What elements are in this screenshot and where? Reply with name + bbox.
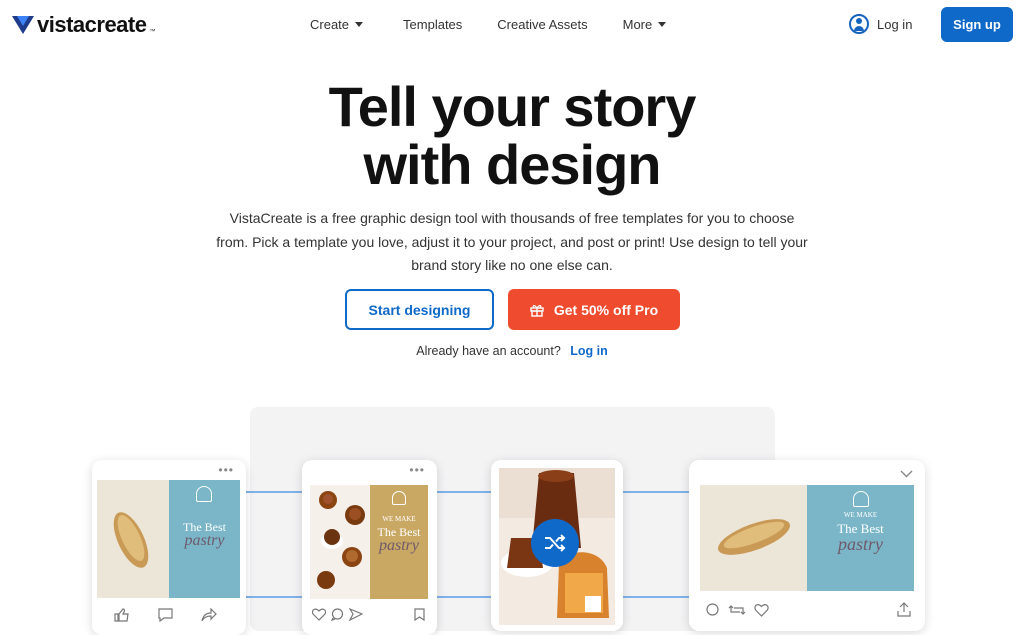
connector-line bbox=[623, 491, 689, 493]
hero-title: Tell your story with design bbox=[0, 78, 1024, 194]
retweet-icon[interactable] bbox=[728, 603, 746, 617]
comment-icon[interactable] bbox=[705, 603, 720, 617]
shuffle-button[interactable] bbox=[531, 519, 579, 567]
chevron-down-icon[interactable] bbox=[900, 470, 913, 478]
top-navigation-bar: vistacreate ™ Create Templates Creative … bbox=[0, 0, 1024, 50]
get-pro-label: Get 50% off Pro bbox=[553, 301, 659, 318]
bakery-badge-icon bbox=[392, 491, 406, 505]
chevron-down-icon bbox=[658, 22, 667, 27]
signup-button[interactable]: Sign up bbox=[941, 7, 1013, 42]
card-script: pastry bbox=[838, 534, 883, 554]
nav-more[interactable]: More bbox=[623, 17, 667, 32]
more-options-icon[interactable]: ••• bbox=[409, 464, 425, 476]
logo-text: vistacreate bbox=[37, 12, 147, 37]
eclair-image bbox=[97, 480, 169, 598]
vistacreate-logo[interactable]: vistacreate ™ bbox=[12, 12, 155, 38]
comment-icon[interactable] bbox=[158, 608, 173, 622]
post-actions bbox=[312, 608, 363, 621]
template-card-twitter[interactable]: WE MAKE The Best pastry bbox=[689, 460, 925, 631]
bakery-badge-icon bbox=[853, 491, 869, 507]
shuffle-icon bbox=[545, 534, 566, 552]
login-link[interactable]: Log in bbox=[849, 14, 912, 34]
already-text: Already have an account? bbox=[416, 344, 561, 358]
nav-create[interactable]: Create bbox=[310, 17, 364, 32]
connector-line bbox=[437, 596, 491, 598]
connector-line bbox=[437, 491, 491, 493]
eclair-image bbox=[700, 485, 807, 591]
connector-line bbox=[246, 596, 302, 598]
share-icon[interactable] bbox=[201, 608, 217, 622]
card-small-heading: WE MAKE bbox=[843, 511, 878, 519]
hero-title-line2: with design bbox=[363, 133, 662, 196]
hero-login-link[interactable]: Log in bbox=[570, 344, 608, 358]
chevron-down-icon bbox=[355, 22, 364, 27]
main-nav: Create Templates Creative Assets More bbox=[310, 17, 667, 32]
nav-creative-assets[interactable]: Creative Assets bbox=[497, 17, 587, 32]
text-panel: The Best pastry bbox=[169, 480, 240, 598]
pastry-photo bbox=[700, 485, 807, 591]
user-icon bbox=[849, 14, 869, 34]
nav-creative-assets-label: Creative Assets bbox=[497, 17, 588, 32]
text-panel: WE MAKE The Best pastry bbox=[807, 485, 914, 591]
comment-icon[interactable] bbox=[331, 608, 344, 621]
nav-more-label: More bbox=[622, 17, 653, 32]
post-actions bbox=[705, 603, 769, 617]
already-have-account: Already have an account? Log in bbox=[0, 344, 1024, 358]
like-icon[interactable] bbox=[114, 608, 130, 622]
hero-title-line1: Tell your story bbox=[328, 75, 697, 138]
heart-icon[interactable] bbox=[754, 603, 769, 617]
connector-line bbox=[246, 491, 302, 493]
template-card-instagram[interactable]: ••• WE MAKE The Best pastry bbox=[302, 460, 437, 635]
nav-create-label: Create bbox=[310, 17, 350, 32]
logo-trademark: ™ bbox=[149, 29, 156, 35]
text-panel: WE MAKE The Best pastry bbox=[370, 485, 428, 599]
heart-icon[interactable] bbox=[312, 608, 326, 621]
card-script: pastry bbox=[379, 537, 419, 554]
card-small-heading: WE MAKE bbox=[382, 515, 416, 523]
login-label: Log in bbox=[877, 16, 913, 32]
template-card-facebook[interactable]: ••• The Best pastry bbox=[92, 460, 246, 635]
pastry-photo bbox=[310, 485, 370, 599]
start-designing-button[interactable]: Start designing bbox=[345, 289, 494, 330]
hero-description: VistaCreate is a free graphic design too… bbox=[216, 210, 808, 273]
send-icon[interactable] bbox=[349, 608, 363, 621]
card-script: pastry bbox=[184, 532, 225, 549]
bakery-badge-icon bbox=[196, 486, 212, 502]
logo-mark-icon bbox=[12, 16, 34, 34]
get-pro-discount-button[interactable]: Get 50% off Pro bbox=[508, 289, 680, 330]
nav-templates-label: Templates bbox=[403, 17, 463, 32]
post-actions bbox=[114, 608, 217, 622]
canele-image bbox=[310, 485, 370, 599]
upload-icon[interactable] bbox=[897, 602, 911, 617]
bookmark-icon[interactable] bbox=[414, 608, 425, 621]
nav-templates[interactable]: Templates bbox=[403, 17, 462, 32]
more-options-icon[interactable]: ••• bbox=[218, 464, 234, 476]
gift-icon bbox=[530, 304, 544, 317]
pastry-photo bbox=[97, 480, 169, 598]
connector-line bbox=[623, 596, 689, 598]
